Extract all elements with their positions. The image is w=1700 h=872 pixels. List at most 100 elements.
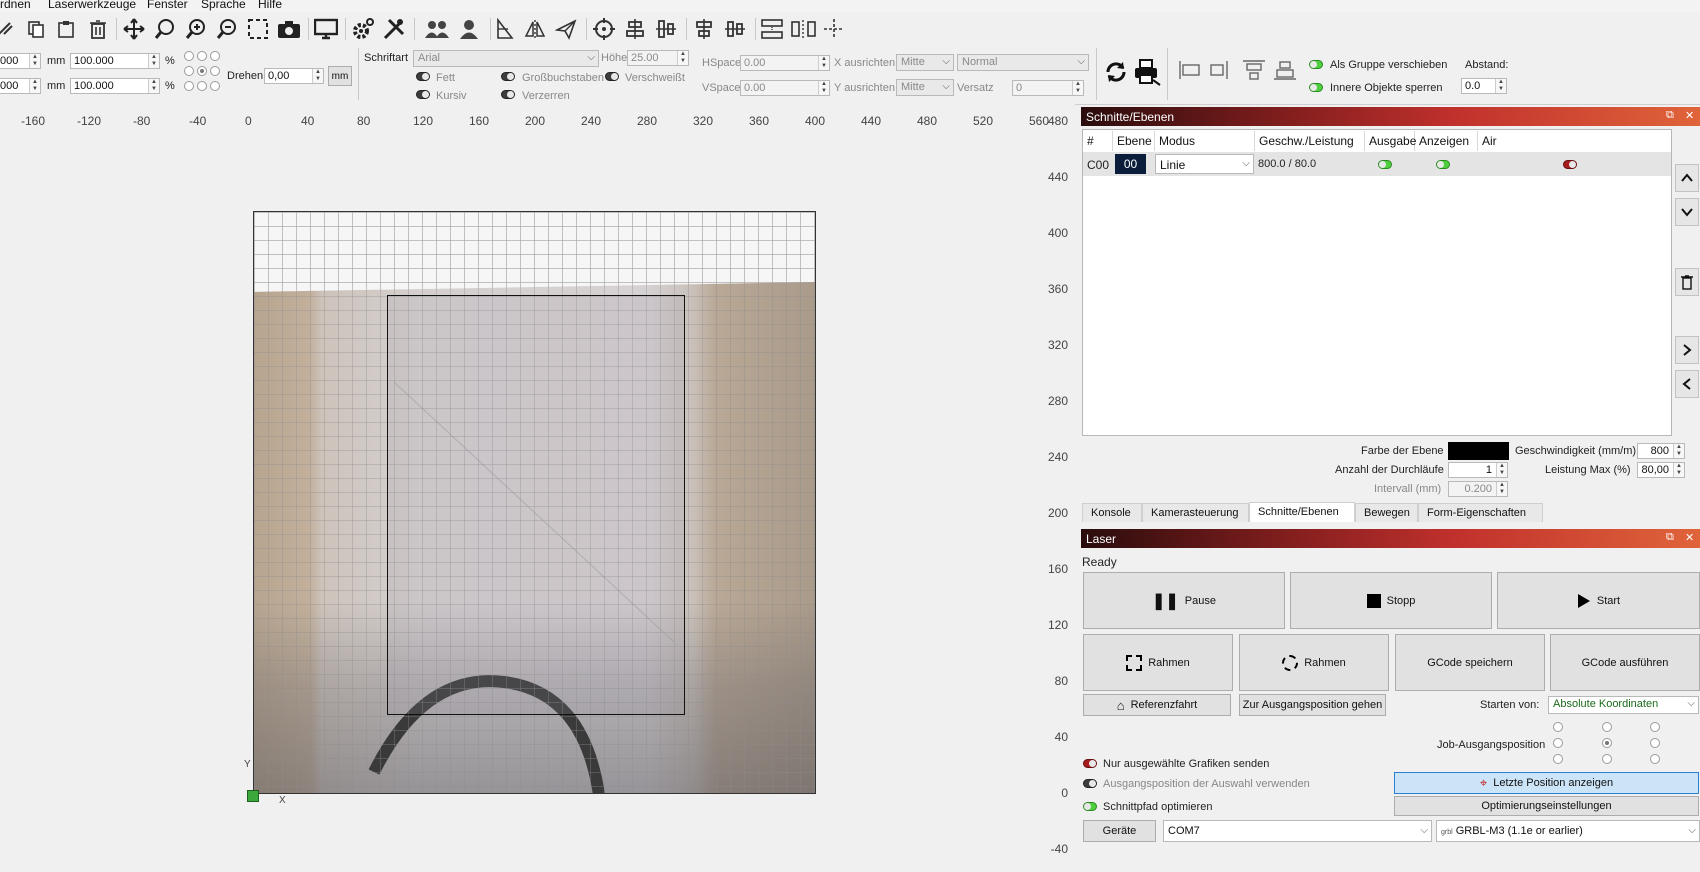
menu-fenster[interactable]: Fenster [147,0,188,11]
move-up-button[interactable] [1675,164,1699,192]
align-vert-icon[interactable] [690,15,718,43]
paste-icon[interactable] [52,15,80,43]
col-ebene[interactable]: Ebene [1113,131,1155,151]
user-icon[interactable] [455,15,483,43]
ausgabe-toggle[interactable] [1378,160,1392,169]
vspace-field[interactable]: 0.00 ▲ ▼ [740,80,830,96]
verzerren-toggle[interactable] [501,90,515,99]
tab-konsole[interactable]: Konsole [1082,503,1142,522]
abstand-field[interactable]: 0.0 ▲ ▼ [1461,78,1507,94]
job-origin-mr[interactable] [1650,738,1660,748]
col-air[interactable]: Air [1478,131,1668,151]
air-toggle[interactable] [1563,160,1577,169]
anchor-mr[interactable] [210,66,220,76]
job-origin-mc[interactable] [1602,738,1612,748]
zoom-page-icon[interactable] [151,15,179,43]
col-anzeigen[interactable]: Anzeigen [1415,131,1478,151]
select-frame-icon[interactable] [244,15,272,43]
work-canvas[interactable]: -160 -120 -80 -40 0 40 80 120 160 200 240 280 320 360… [0,104,1075,872]
gross-toggle[interactable] [501,72,515,81]
dock-left-icon[interactable] [1176,56,1204,84]
job-origin-tl[interactable] [1553,722,1563,732]
cut-icon[interactable] [0,15,20,43]
tab-bewegen[interactable]: Bewegen [1355,503,1418,522]
stopp-button[interactable]: Stopp [1290,572,1492,629]
verschweisst-toggle[interactable] [605,72,619,81]
font-select[interactable]: Arial ⌵ [413,50,599,67]
copy-icon[interactable] [22,15,50,43]
col-ausgabe[interactable]: Ausgabe [1365,131,1416,151]
print-laser-icon[interactable] [1133,58,1161,86]
pos-x-field[interactable]: 000 ▲ ▼ [0,53,41,69]
collapse-left-button[interactable] [1675,370,1699,398]
hspace-field[interactable]: 0.00 ▲ ▼ [740,55,830,71]
menu-laserwerkzeuge[interactable]: Laserwerkzeuge [48,0,136,11]
als-gruppe-toggle[interactable] [1309,60,1323,69]
dock-center-icon[interactable] [1206,56,1234,84]
ausgangsposition-button[interactable]: Zur Ausgangsposition gehen [1239,694,1386,716]
job-origin-ml[interactable] [1553,738,1563,748]
leistung-field[interactable]: 80,00 ▲ ▼ [1637,462,1685,478]
anchor-tc[interactable] [197,51,207,61]
move-icon[interactable] [120,15,148,43]
monitor-icon[interactable] [312,15,340,43]
tools-icon[interactable] [380,15,408,43]
start-button[interactable]: Start [1497,572,1700,629]
col-geschw[interactable]: Geschw./Leistung [1255,131,1365,151]
normal-select[interactable]: Normal ⌵ [957,54,1089,71]
x-ausrichten-select[interactable]: Mitte ⌵ [896,54,954,71]
gcode-speichern-button[interactable]: GCode speichern [1395,634,1545,691]
kursiv-toggle[interactable] [416,90,430,99]
tab-kamerasteuerung[interactable]: Kamerasteuerung [1142,503,1249,522]
align-horz-icon[interactable] [721,15,749,43]
close-icon[interactable]: ✕ [1685,109,1694,122]
port-select[interactable]: COM7 ⌵ [1163,820,1432,842]
letzte-position-button[interactable]: ⌖ Letzte Position anzeigen [1394,772,1699,794]
col-hash[interactable]: # [1083,131,1113,151]
schnittpfad-toggle[interactable] [1083,802,1097,811]
layer-swatch[interactable]: 00 [1115,154,1146,174]
move-down-button[interactable] [1675,198,1699,226]
hoehe-field[interactable]: 25.00 ▲ ▼ [627,50,689,66]
col-modus[interactable]: Modus [1155,131,1255,151]
pause-button[interactable]: ❚❚ Pause [1083,572,1285,629]
dock-bottom-icon[interactable] [1271,56,1299,84]
geraete-button[interactable]: Geräte [1083,820,1156,842]
starten-von-select[interactable]: Absolute Koordinaten ⌵ [1548,696,1699,714]
innere-objekte-toggle[interactable] [1309,83,1323,92]
anchor-tr[interactable] [210,51,220,61]
layer-color-swatch[interactable] [1448,442,1509,460]
pos-y-field[interactable]: 000 ▲ ▼ [0,78,41,94]
zoom-out-icon[interactable] [213,15,241,43]
device-select[interactable]: grbl GRBL-M3 (1.1e or earlier) ⌵ [1436,820,1700,842]
float-icon-2[interactable]: ⧉ [1666,531,1674,544]
menu-anordnen[interactable]: rdnen [0,0,31,11]
camera-icon[interactable] [275,15,303,43]
send-icon[interactable] [552,15,580,43]
delete-layer-button[interactable] [1675,268,1699,296]
settings-icon[interactable] [349,15,377,43]
job-origin-bc[interactable] [1602,754,1612,764]
menu-sprache[interactable]: Sprache [201,0,246,11]
center-icon[interactable] [652,15,680,43]
job-origin-br[interactable] [1650,754,1660,764]
intervall-field[interactable]: 0.200 ▲ ▼ [1448,481,1508,497]
laser-bed[interactable] [253,211,816,794]
versatz-field[interactable]: 0 ▲ ▼ [1012,80,1084,96]
job-origin-bl[interactable] [1553,754,1563,764]
anchor-bc[interactable] [197,81,207,91]
durchlaeufe-field[interactable]: 1 ▲ ▼ [1448,462,1508,478]
optimierungseinstellungen-button[interactable]: Optimierungseinstellungen [1394,796,1699,816]
menu-hilfe[interactable]: Hilfe [258,0,282,11]
rotate-refresh-icon[interactable] [1102,58,1130,86]
nur-ausgewaehlte-toggle[interactable] [1083,759,1097,768]
width-field[interactable]: 100.000 ▲ ▼ [70,53,160,69]
zoom-in-icon[interactable] [182,15,210,43]
mm-button[interactable]: mm [328,66,352,86]
delete-icon[interactable] [84,15,112,43]
close-icon-2[interactable]: ✕ [1685,531,1694,544]
target-icon[interactable] [590,15,618,43]
float-icon[interactable]: ⧉ [1666,109,1674,122]
expand-right-button[interactable] [1675,336,1699,364]
job-origin-tc[interactable] [1602,722,1612,732]
